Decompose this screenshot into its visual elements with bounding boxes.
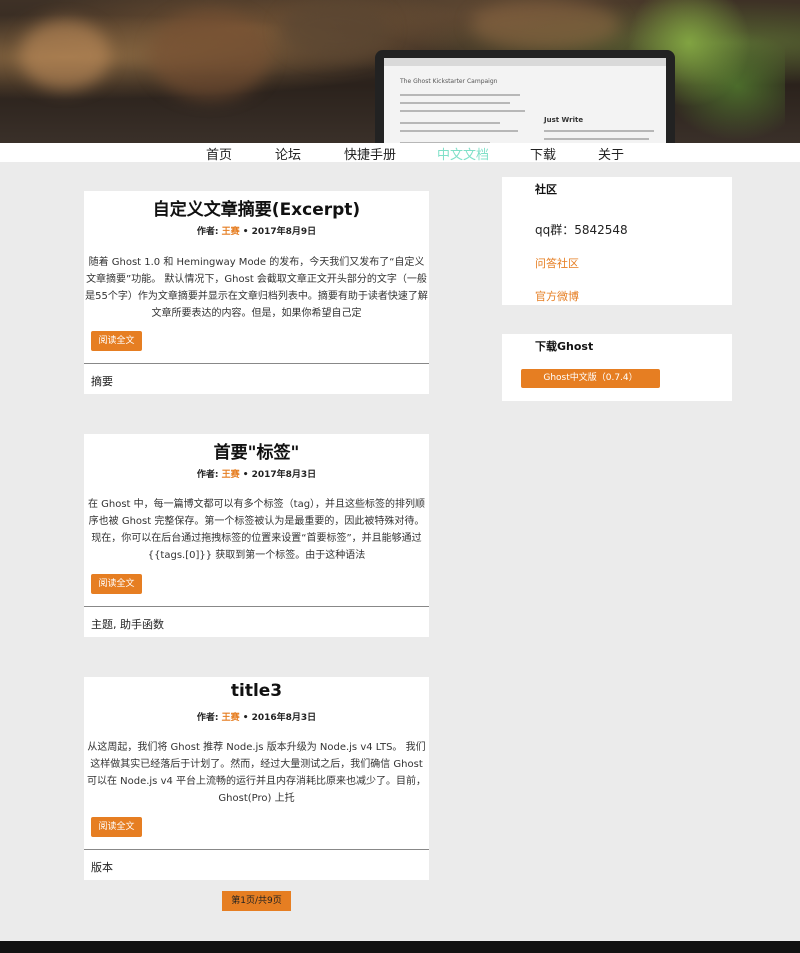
read-more-button[interactable]: 阅读全文 <box>91 574 142 594</box>
post-meta: 作者: 王赛 • 2017年8月9日 <box>84 224 429 237</box>
nav-forum[interactable]: 论坛 <box>275 144 301 163</box>
nav-quick-manual[interactable]: 快捷手册 <box>344 144 396 163</box>
post-card: 首要"标签" 作者: 王赛 • 2017年8月3日 在 Ghost 中，每一篇博… <box>84 434 429 637</box>
post-card: 自定义文章摘要(Excerpt) 作者: 王赛 • 2017年8月9日 随着 G… <box>84 191 429 394</box>
post-tags: 版本 <box>84 849 429 880</box>
post-title[interactable]: 自定义文章摘要(Excerpt) <box>84 195 429 220</box>
author-label: 作者: <box>196 227 219 237</box>
post-author[interactable]: 王赛 <box>222 713 240 723</box>
hero-banner: The Ghost Kickstarter Campaign Just Writ… <box>0 0 800 143</box>
nav-about[interactable]: 关于 <box>598 144 624 163</box>
post-date: • 2017年8月9日 <box>242 227 317 237</box>
download-widget: 下载Ghost Ghost中文版（0.7.4） <box>502 334 732 401</box>
post-excerpt: 从这周起，我们将 Ghost 推荐 Node.js 版本升级为 Node.js … <box>86 742 427 804</box>
post-excerpt: 在 Ghost 中，每一篇博文都可以有多个标签（tag），并且这些标签的排列顺序… <box>87 499 426 561</box>
qa-community-link[interactable]: 问答社区 <box>535 255 579 271</box>
download-title: 下载Ghost <box>535 340 594 353</box>
post-tags-label[interactable]: 摘要 <box>91 373 113 389</box>
post-meta: 作者: 王赛 • 2017年8月3日 <box>84 467 429 480</box>
post-tags: 摘要 <box>84 363 429 394</box>
post-card: title3 作者: 王赛 • 2016年8月3日 从这周起，我们将 Ghost… <box>84 677 429 880</box>
qq-group: qq群：5842548 <box>535 223 628 237</box>
laptop-screen: The Ghost Kickstarter Campaign Just Writ… <box>384 58 666 143</box>
community-widget: 社区 qq群：5842548 问答社区 官方微博 <box>502 177 732 305</box>
screen-pane-title: Just Write <box>544 116 584 124</box>
community-title: 社区 <box>535 183 557 196</box>
main-nav: 首页 论坛 快捷手册 中文文档 下载 关于 <box>0 143 800 163</box>
download-ghost-button[interactable]: Ghost中文版（0.7.4） <box>521 369 660 388</box>
official-weibo-link[interactable]: 官方微博 <box>535 288 579 304</box>
nav-home[interactable]: 首页 <box>206 144 232 163</box>
footer <box>0 941 800 953</box>
pagination-button[interactable]: 第1页/共9页 <box>222 891 291 911</box>
author-label: 作者: <box>196 470 219 480</box>
post-tags-label[interactable]: 主题, 助手函数 <box>91 616 164 632</box>
post-author[interactable]: 王赛 <box>222 470 240 480</box>
author-label: 作者: <box>196 713 219 723</box>
post-title[interactable]: title3 <box>84 681 429 701</box>
post-tags-label[interactable]: 版本 <box>91 859 113 875</box>
post-meta: 作者: 王赛 • 2016年8月3日 <box>84 710 429 723</box>
laptop-image: The Ghost Kickstarter Campaign Just Writ… <box>375 50 675 143</box>
hero-bokeh <box>470 0 620 50</box>
read-more-button[interactable]: 阅读全文 <box>91 331 142 351</box>
post-author[interactable]: 王赛 <box>222 227 240 237</box>
post-tags: 主题, 助手函数 <box>84 606 429 637</box>
post-excerpt: 随着 Ghost 1.0 和 Hemingway Mode 的发布，今天我们又发… <box>85 257 428 319</box>
nav-download[interactable]: 下载 <box>530 144 556 163</box>
post-title[interactable]: 首要"标签" <box>84 438 429 463</box>
hero-bokeh <box>20 20 110 90</box>
screen-doc-title: The Ghost Kickstarter Campaign <box>400 78 498 85</box>
hero-bokeh <box>150 10 270 100</box>
nav-chinese-docs[interactable]: 中文文档 <box>437 144 489 163</box>
post-date: • 2016年8月3日 <box>242 713 317 723</box>
post-date: • 2017年8月3日 <box>242 470 317 480</box>
hero-bokeh <box>280 0 390 60</box>
read-more-button[interactable]: 阅读全文 <box>91 817 142 837</box>
